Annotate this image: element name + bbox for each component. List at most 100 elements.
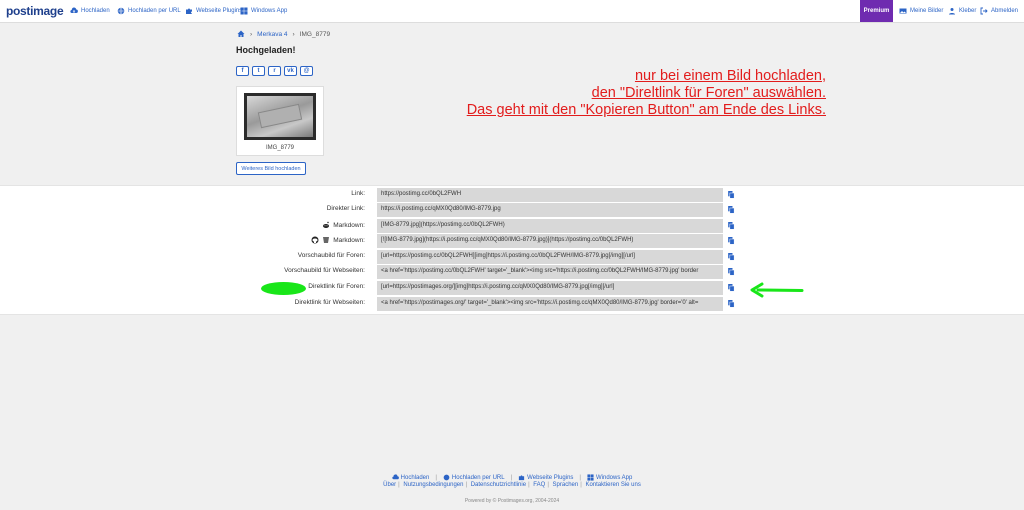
globe-icon: [443, 474, 450, 481]
thumb-forum-field[interactable]: [url=https://postimg.cc/0bQL2FWH][img]ht…: [377, 250, 723, 264]
direct-forum-label: Direktlink für Foren:: [308, 283, 365, 290]
annotation-line: Das geht mit den "Kopieren Button" am En…: [466, 102, 826, 118]
breadcrumb-separator: ›: [292, 30, 295, 38]
thumb-forum-label: Vorschaubild für Foren:: [297, 252, 365, 259]
footer-separator: |: [510, 474, 513, 481]
nav-windows-app[interactable]: Windows App: [240, 7, 287, 15]
upload-more-button[interactable]: Weiteres Bild hochladen: [236, 162, 306, 175]
direct-forum-field[interactable]: [url=https://postimages.org/][img]https:…: [377, 281, 723, 295]
facebook-share-button[interactable]: f: [236, 66, 249, 76]
footer-link-faq[interactable]: FAQ: [533, 482, 545, 488]
github-icon: [311, 236, 319, 244]
copy-icon[interactable]: [728, 284, 735, 292]
footer-upload[interactable]: Hochladen: [391, 474, 429, 481]
top-navbar: postimage Hochladen Hochladen per URL We…: [0, 0, 1024, 23]
markdown-reddit-row: Markdown: [IMG-8779.jpg](https://postimg…: [0, 219, 1024, 233]
markdown-github-label: Markdown:: [311, 236, 365, 244]
markdown-github-row: Markdown: [![IMG-8779.jpg](https://i.pos…: [0, 234, 1024, 248]
twitter-share-button[interactable]: t: [252, 66, 265, 76]
footer-separator: |: [435, 474, 437, 481]
thumb-web-field[interactable]: <a href='https://postimg.cc/0bQL2FWH' ta…: [377, 265, 723, 279]
home-icon[interactable]: [237, 30, 245, 38]
nav-upload-url[interactable]: Hochladen per URL: [117, 7, 181, 15]
link-field[interactable]: https://postimg.cc/0bQL2FWH: [377, 188, 723, 202]
share-buttons: f t r vk @: [236, 66, 313, 76]
link-label: Link:: [351, 190, 365, 197]
footer-copyright: Powered by © Postimages.org, 2004-2024: [464, 498, 560, 504]
nav-logout-label: Abmelden: [991, 8, 1019, 14]
copy-icon[interactable]: [728, 253, 735, 261]
direct-link-label: Direkter Link:: [326, 205, 365, 212]
logout-icon: [980, 7, 988, 15]
thumb-web-label: Vorschaubild für Webseiten:: [284, 267, 365, 274]
puzzle-icon: [186, 8, 192, 14]
facebook-icon: f: [241, 68, 244, 74]
breadcrumb-current: IMG_8779: [299, 30, 331, 38]
nav-my-images-label: Meine Bilder: [910, 8, 944, 14]
nav-plugins[interactable]: Webseite Plugins: [185, 7, 242, 15]
copy-icon[interactable]: [728, 206, 735, 214]
nav-my-images[interactable]: Meine Bilder: [899, 7, 943, 15]
vk-icon: vk: [287, 68, 294, 74]
thumb-web-row: Vorschaubild für Webseiten: <a href='htt…: [0, 265, 1024, 279]
cloud-upload-icon: [70, 7, 78, 14]
reddit-icon: [323, 221, 330, 228]
footer-plugins[interactable]: Webseite Plugins: [518, 474, 573, 481]
nav-plugins-label: Webseite Plugins: [196, 8, 243, 14]
footer-link-contact[interactable]: Kontaktieren Sie uns: [585, 482, 640, 488]
markdown-reddit-label: Markdown:: [322, 221, 365, 229]
markdown-github-field[interactable]: [![IMG-8779.jpg](https://i.postimg.cc/qM…: [377, 234, 723, 248]
direct-web-label: Direktlink für Webseiten:: [294, 299, 365, 306]
link-row: Link: https://postimg.cc/0bQL2FWH: [0, 188, 1024, 202]
reddit-icon: r: [273, 68, 276, 74]
email-share-button[interactable]: @: [300, 66, 313, 76]
green-arrow-annotation: [750, 282, 804, 298]
footer-link-privacy[interactable]: Datenschutzrichtlinie: [471, 482, 526, 488]
page-title: Hochgeladen!: [236, 45, 296, 55]
footer-links: Über | Nutzungsbedingungen | Datenschutzri…: [383, 482, 641, 488]
puzzle-icon: [519, 475, 525, 481]
nav-upload-url-label: Hochladen per URL: [128, 8, 181, 14]
footer-upload-url[interactable]: Hochladen per URL: [443, 474, 505, 481]
nav-windows-app-label: Windows App: [251, 8, 288, 14]
markdown-reddit-field[interactable]: [IMG-8779.jpg](https://postimg.cc/0bQL2F…: [377, 219, 723, 233]
footer-nav: Hochladen | Hochladen per URL | Webseite…: [0, 474, 1024, 481]
copy-icon[interactable]: [728, 191, 735, 199]
globe-icon: [117, 7, 125, 15]
windows-icon: [587, 474, 594, 481]
twitter-icon: t: [257, 68, 260, 74]
nav-upload[interactable]: Hochladen: [70, 7, 110, 15]
direct-forum-row: Direktlink für Foren: [url=https://posti…: [0, 281, 1024, 295]
vk-share-button[interactable]: vk: [284, 66, 297, 76]
copy-icon[interactable]: [728, 222, 735, 230]
footer-windows-app[interactable]: Windows App: [587, 474, 632, 481]
annotation-line: nur bei einem Bild hochladen,: [634, 68, 826, 84]
thumb-forum-row: Vorschaubild für Foren: [url=https://pos…: [0, 250, 1024, 264]
reddit-share-button[interactable]: r: [268, 66, 281, 76]
nav-upload-label: Hochladen: [81, 8, 110, 14]
direct-web-row: Direktlink für Webseiten: <a href='https…: [0, 297, 1024, 311]
nav-user[interactable]: Kleber: [948, 7, 976, 15]
direct-web-field[interactable]: <a href='https://postimages.org/' target…: [377, 297, 723, 311]
thumbnail-caption: IMG_8779: [265, 145, 295, 151]
nav-user-label: Kleber: [959, 8, 977, 14]
bitbucket-icon: [323, 237, 330, 243]
direct-link-field[interactable]: https://i.postimg.cc/qMX0Qd80/IMG-8779.j…: [377, 203, 723, 217]
thumbnail-image[interactable]: [244, 93, 316, 140]
nav-logout[interactable]: Abmelden: [980, 7, 1018, 15]
windows-icon: [240, 7, 248, 15]
breadcrumb-parent[interactable]: Merkava 4: [257, 31, 287, 38]
email-icon: @: [303, 68, 310, 74]
cloud-upload-icon: [391, 474, 399, 480]
copy-icon[interactable]: [728, 300, 735, 308]
footer-link-languages[interactable]: Sprachen: [553, 482, 579, 488]
annotation-line: den "Direltlink für Foren" auswählen.: [591, 85, 826, 101]
premium-button[interactable]: Premium: [860, 0, 893, 22]
user-icon: [949, 8, 955, 15]
copy-icon[interactable]: [728, 268, 735, 276]
footer-link-terms[interactable]: Nutzungsbedingungen: [403, 482, 463, 488]
breadcrumb: › Merkava 4 › IMG_8779: [237, 30, 330, 38]
postimage-logo[interactable]: postimage: [6, 4, 64, 18]
footer-link-about[interactable]: Über: [383, 482, 396, 488]
copy-icon[interactable]: [728, 237, 735, 245]
